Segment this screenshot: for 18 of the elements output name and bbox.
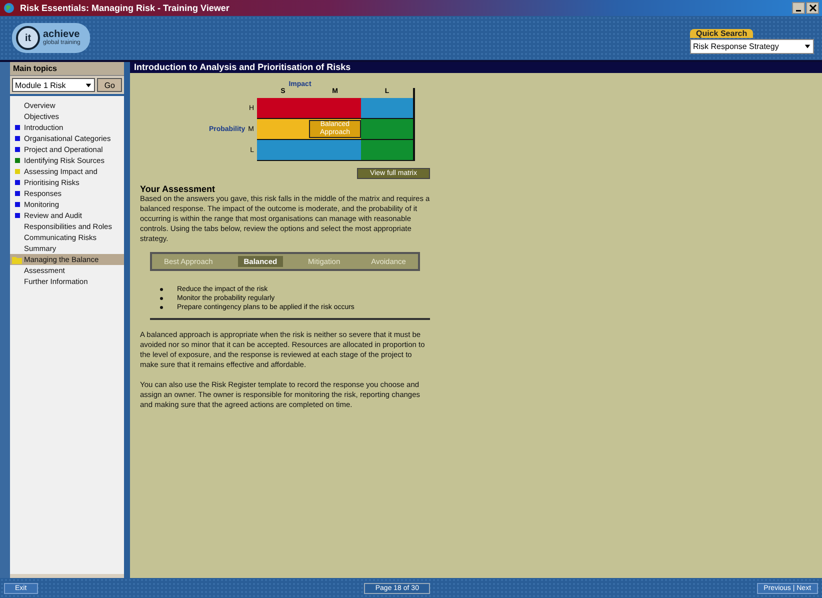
go-button[interactable]: Go: [97, 78, 122, 92]
folder-icon: [12, 256, 22, 264]
sidebar-heading: Main topics: [10, 62, 124, 76]
close-icon: [808, 4, 816, 12]
globe-icon: [3, 2, 15, 14]
window-title: Risk Essentials: Managing Risk - Training Viewer: [20, 3, 230, 13]
bullet-icon: [160, 288, 163, 291]
section-heading: Your Assessment: [140, 184, 216, 194]
bullet-icon: [160, 297, 163, 300]
search-dropdown[interactable]: Risk Response Strategy: [690, 38, 814, 54]
search-label: Quick Search: [690, 28, 754, 38]
topic-dropdown[interactable]: Module 1 Risk: [12, 78, 96, 92]
dropdown-caret-icon: [804, 42, 811, 50]
bullet-icon: [160, 306, 163, 309]
close-button[interactable]: [806, 2, 819, 14]
content-title: Introduction to Analysis and Prioritisation of Risks: [130, 62, 822, 73]
minimize-button[interactable]: [792, 2, 805, 14]
dropdown-caret-icon: [85, 82, 92, 88]
